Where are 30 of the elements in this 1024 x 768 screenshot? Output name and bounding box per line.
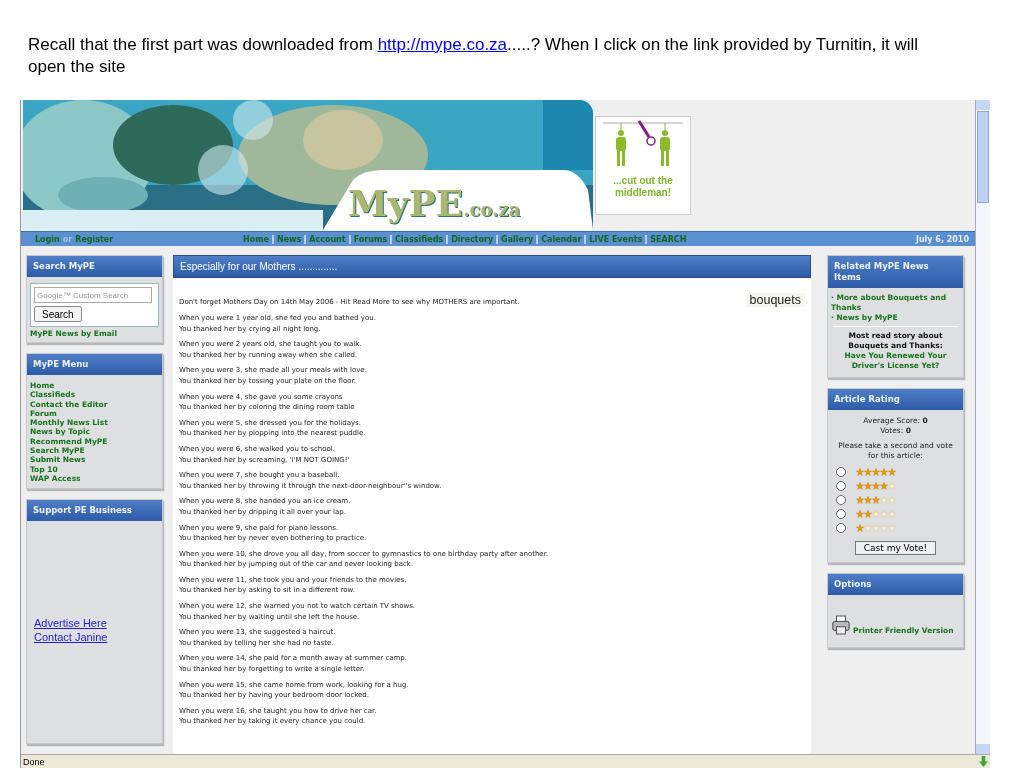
panel-title: Search MyPE <box>27 256 162 277</box>
hanging-figures-icon <box>603 119 683 169</box>
vertical-scrollbar[interactable] <box>975 100 990 754</box>
rating-radio[interactable] <box>836 481 846 491</box>
panel-title: Options <box>828 574 963 595</box>
status-text: Done <box>23 756 45 767</box>
date-text: July 6, 2010 <box>915 234 969 244</box>
caption-text: Recall that the first part was downloaded from http://mype.co.za.....? When I click on the link provided by Turnitin, it will open the site <box>27 34 920 78</box>
topic-tag[interactable]: bouquets <box>745 293 805 307</box>
filled-star-icon <box>856 524 864 532</box>
panel-title: MyPE Menu <box>27 354 162 375</box>
article-title: Especially for our Mothers .............. <box>173 255 811 278</box>
rating-radio[interactable] <box>836 495 846 505</box>
caption-link[interactable]: http://mype.co.za <box>377 35 508 54</box>
vote-button[interactable]: Cast my Vote! <box>854 541 937 555</box>
panel-title: Article Rating <box>828 389 963 410</box>
support-link[interactable]: Advertise Here <box>34 617 162 630</box>
rating-radio[interactable] <box>836 509 846 519</box>
or-text: or <box>62 234 73 244</box>
scroll-thumb[interactable] <box>977 111 989 203</box>
printer-icon <box>832 615 850 635</box>
search-field[interactable]: Google™ Custom Search <box>34 287 152 303</box>
panel-title: Related MyPE News Items <box>828 256 963 288</box>
search-button[interactable]: Search <box>34 306 82 322</box>
rating-radio[interactable] <box>836 523 846 533</box>
panel-title: Support PE Business <box>27 500 162 522</box>
rating-radio[interactable] <box>836 467 846 477</box>
arrow-down-icon <box>979 756 988 767</box>
ad-banner[interactable]: ...cut out the middleman! <box>595 116 691 215</box>
support-link[interactable]: Contact Janine <box>34 631 162 644</box>
